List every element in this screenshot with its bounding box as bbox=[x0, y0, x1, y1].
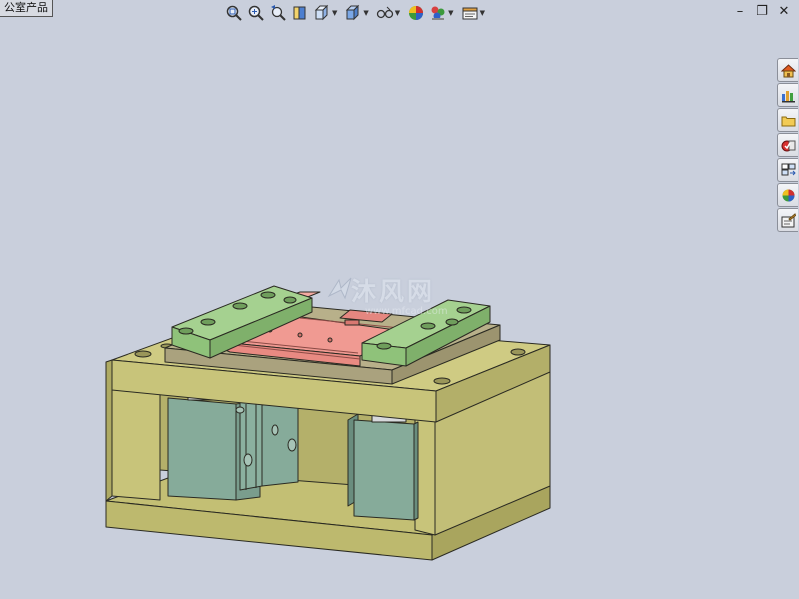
view-palette-icon bbox=[781, 163, 796, 175]
zoom-to-fit-icon bbox=[226, 5, 242, 21]
heads-up-view-toolbar: ▼ ▼ ▼ ▼ ▼ bbox=[224, 2, 489, 24]
apply-scene-button[interactable]: ▼ bbox=[428, 3, 457, 23]
zoom-to-area-icon bbox=[248, 5, 264, 21]
cylinder-left-1 bbox=[167, 397, 237, 501]
design-library-icon bbox=[781, 140, 795, 151]
minimize-button[interactable]: – bbox=[733, 4, 747, 19]
previous-view-icon bbox=[271, 5, 286, 21]
task-pane-resources-tab[interactable] bbox=[777, 83, 798, 107]
hide-show-items-button[interactable]: ▼ bbox=[375, 3, 404, 23]
task-pane-appearances-tab[interactable] bbox=[777, 183, 798, 207]
view-settings-icon bbox=[462, 7, 478, 20]
display-style-button[interactable]: ▼ bbox=[343, 3, 372, 23]
model-tab[interactable]: 公室产品 bbox=[0, 0, 53, 17]
home-icon bbox=[780, 63, 796, 77]
custom-properties-icon bbox=[781, 212, 796, 227]
model-tab-label: 公室产品 bbox=[4, 1, 48, 14]
task-pane-view-palette-tab[interactable] bbox=[777, 158, 798, 182]
edit-appearance-button[interactable] bbox=[406, 3, 426, 23]
task-pane-design-library-tab[interactable] bbox=[777, 133, 798, 157]
view-settings-button[interactable]: ▼ bbox=[460, 3, 489, 23]
restore-button[interactable]: ❐ bbox=[755, 4, 769, 19]
cylinder-right bbox=[353, 419, 415, 521]
zoom-to-fit-button[interactable] bbox=[224, 3, 244, 23]
view-orientation-icon bbox=[314, 4, 329, 21]
edit-appearance-icon bbox=[409, 6, 424, 20]
apply-scene-icon bbox=[431, 6, 445, 20]
resources-icon bbox=[781, 90, 795, 102]
task-pane-custom-properties-tab[interactable] bbox=[777, 208, 798, 232]
graphics-viewport[interactable] bbox=[0, 0, 799, 595]
hide-show-items-icon bbox=[376, 6, 393, 19]
task-pane-home-tab[interactable] bbox=[777, 58, 798, 82]
display-style-icon bbox=[346, 4, 360, 21]
appearances-icon bbox=[782, 189, 794, 201]
window-controls: – ❐ ✕ bbox=[733, 4, 791, 19]
fixture-model bbox=[105, 285, 551, 561]
section-view-icon bbox=[293, 6, 306, 20]
previous-view-button[interactable] bbox=[268, 3, 288, 23]
task-pane-tabs bbox=[777, 58, 799, 232]
task-pane-file-explorer-tab[interactable] bbox=[777, 108, 798, 132]
file-explorer-icon bbox=[781, 116, 795, 126]
section-view-button[interactable] bbox=[290, 3, 310, 23]
zoom-to-area-button[interactable] bbox=[246, 3, 266, 23]
close-button[interactable]: ✕ bbox=[777, 4, 791, 19]
view-orientation-button[interactable]: ▼ bbox=[312, 3, 341, 23]
